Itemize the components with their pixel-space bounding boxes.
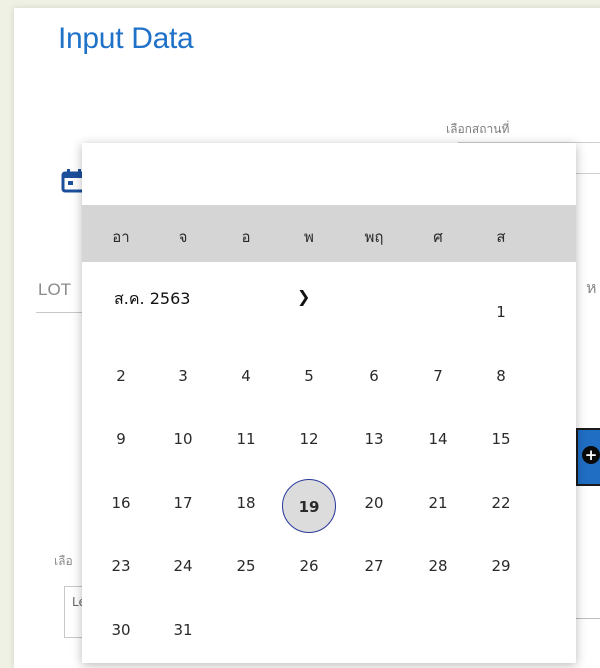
calendar-day[interactable]: 9 xyxy=(101,429,141,449)
weekday-label: พ xyxy=(304,228,314,246)
weekday-label: จ xyxy=(178,228,188,246)
location-label: เลือกสถานที่ xyxy=(446,122,510,136)
calendar-day[interactable]: 25 xyxy=(226,556,266,576)
calendar-day[interactable]: 17 xyxy=(163,493,203,513)
calendar-day[interactable]: 20 xyxy=(354,493,394,513)
calendar-day[interactable]: 12 xyxy=(289,429,329,449)
calendar-day[interactable]: 24 xyxy=(163,556,203,576)
calendar-day[interactable]: 13 xyxy=(354,429,394,449)
calendar-day[interactable]: 29 xyxy=(481,556,521,576)
calendar-day[interactable]: 14 xyxy=(418,429,458,449)
weekday-label: ศ xyxy=(433,228,443,246)
calendar-day[interactable]: 31 xyxy=(163,620,203,640)
weekday-label: ส xyxy=(496,228,506,246)
calendar-day[interactable]: 3 xyxy=(163,366,203,386)
calendar-day[interactable]: 22 xyxy=(481,493,521,513)
next-month-chevron-icon[interactable]: ❯ xyxy=(297,287,310,306)
input-underline xyxy=(574,618,600,619)
weekday-label: อ xyxy=(241,228,251,246)
calendar-day[interactable]: 21 xyxy=(418,493,458,513)
calendar-day[interactable]: 10 xyxy=(163,429,203,449)
calendar-day[interactable]: 23 xyxy=(101,556,141,576)
calendar-day[interactable]: 6 xyxy=(354,366,394,386)
calendar-day[interactable]: 1 xyxy=(481,302,521,322)
field-label-partial: ห xyxy=(586,278,597,297)
calendar-day[interactable]: 28 xyxy=(418,556,458,576)
calendar-day[interactable]: 30 xyxy=(101,620,141,640)
date-picker-popup: อาจอพพฤศส ส.ค. 2563 ❯ 1 2 3 4 5 6 7 8 9 10 11 12 13 1… xyxy=(82,143,576,663)
calendar-day-selected[interactable]: 19 xyxy=(282,479,336,533)
calendar-day[interactable]: 11 xyxy=(226,429,266,449)
weekday-label: อา xyxy=(112,228,130,246)
select-label-partial: เลือ xyxy=(54,554,73,568)
add-icon: + xyxy=(582,446,600,464)
page-title: Input Data xyxy=(58,22,194,55)
month-label: ส.ค. 2563 xyxy=(114,289,191,308)
add-button[interactable]: + xyxy=(576,428,600,486)
calendar-day[interactable]: 5 xyxy=(289,366,329,386)
weekday-label: พฤ xyxy=(364,228,384,246)
calendar-day[interactable]: 27 xyxy=(354,556,394,576)
lot-label: LOT xyxy=(38,280,72,299)
calendar-day[interactable]: 4 xyxy=(226,366,266,386)
calendar-day[interactable]: 2 xyxy=(101,366,141,386)
calendar-day[interactable]: 15 xyxy=(481,429,521,449)
calendar-day[interactable]: 18 xyxy=(226,493,266,513)
calendar-day[interactable]: 16 xyxy=(101,493,141,513)
calendar-day[interactable]: 26 xyxy=(289,556,329,576)
calendar-day[interactable]: 8 xyxy=(481,366,521,386)
calendar-day[interactable]: 7 xyxy=(418,366,458,386)
